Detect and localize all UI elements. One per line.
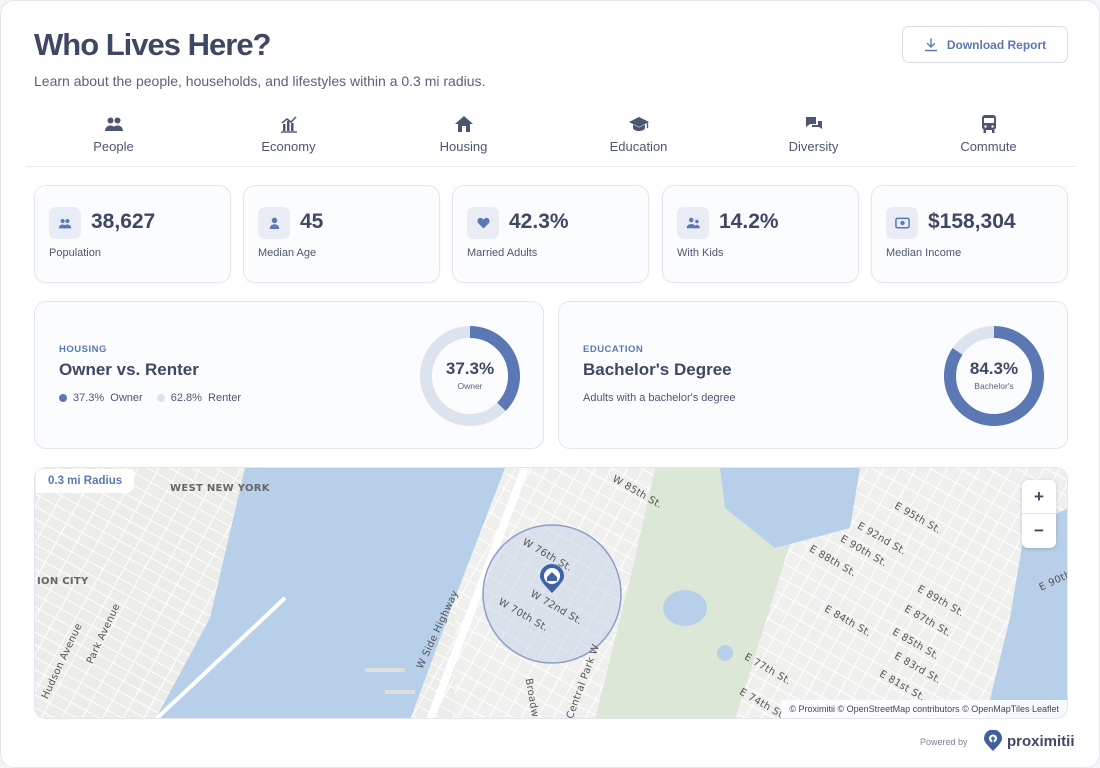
bachelors-donut-caption: Bachelor's bbox=[974, 381, 1014, 391]
education-kicker: EDUCATION bbox=[583, 344, 644, 355]
tab-diversity-label: Diversity bbox=[788, 139, 839, 154]
house-icon bbox=[454, 116, 473, 132]
map-attribution[interactable]: © Proximitii © OpenStreetMap contributor… bbox=[781, 700, 1067, 718]
housing-title: Owner vs. Renter bbox=[59, 360, 199, 379]
stat-label: Married Adults bbox=[467, 247, 538, 259]
stat-value: 14.2% bbox=[719, 210, 779, 233]
tab-diversity[interactable]: Diversity bbox=[726, 109, 901, 166]
powered-by-label: Powered by bbox=[920, 737, 968, 747]
stat-value: 38,627 bbox=[91, 210, 156, 233]
stat-label: Median Income bbox=[886, 247, 962, 259]
proximitii-logo-icon bbox=[984, 730, 1002, 751]
money-icon bbox=[894, 217, 910, 229]
education-title: Bachelor's Degree bbox=[583, 360, 732, 379]
stat-value: $158,304 bbox=[928, 210, 1016, 233]
radius-circle bbox=[482, 524, 622, 664]
owner-donut-value: 37.3% bbox=[445, 359, 495, 378]
owner-donut-chart: 37.3% Owner bbox=[419, 325, 521, 427]
graduation-cap-icon bbox=[628, 117, 649, 131]
label-west-new-york: WEST NEW YORK bbox=[170, 483, 270, 494]
tab-education[interactable]: Education bbox=[551, 109, 726, 166]
family-icon bbox=[686, 217, 700, 229]
who-lives-here-widget: Who Lives Here? Learn about the people, … bbox=[0, 0, 1100, 768]
map-canvas bbox=[35, 468, 1067, 718]
renter-legend-label: 62.8% Renter bbox=[170, 392, 242, 404]
stat-card-median-income: $158,304 Median Income bbox=[871, 185, 1068, 283]
category-tabs: People Economy Housing Education Diversi… bbox=[26, 109, 1076, 167]
download-icon bbox=[924, 37, 938, 51]
radius-badge: 0.3 mi Radius bbox=[36, 469, 135, 493]
renter-legend-dot bbox=[156, 394, 165, 402]
map-view[interactable]: WEST NEW YORK ION CITY Park Avenue Hudso… bbox=[34, 467, 1068, 719]
brand-name: proximitii bbox=[1007, 732, 1075, 750]
bachelors-donut-value: 84.3% bbox=[969, 359, 1019, 378]
tab-commute-label: Commute bbox=[960, 139, 1017, 154]
stat-value: 45 bbox=[300, 210, 324, 233]
owner-legend-label: 37.3% Owner bbox=[73, 392, 143, 404]
tab-housing-label: Housing bbox=[439, 139, 488, 154]
zoom-out-button[interactable]: − bbox=[1022, 514, 1056, 548]
zoom-in-button[interactable]: + bbox=[1022, 480, 1056, 514]
chat-bubbles-icon bbox=[805, 117, 822, 129]
person-icon bbox=[269, 217, 279, 229]
owner-legend-dot bbox=[59, 394, 67, 402]
housing-legend: 37.3% Owner 62.8% Renter bbox=[59, 392, 241, 404]
stat-value: 42.3% bbox=[509, 210, 569, 233]
stat-card-with-kids: 14.2% With Kids bbox=[662, 185, 859, 283]
stat-label: Median Age bbox=[258, 247, 317, 259]
proximitii-logo[interactable]: proximitii bbox=[983, 730, 1075, 752]
stat-label: With Kids bbox=[677, 247, 724, 259]
label-union-city: ION CITY bbox=[37, 576, 89, 587]
education-panel: EDUCATION Bachelor's Degree Adults with … bbox=[558, 301, 1068, 449]
page-subtitle: Learn about the people, households, and … bbox=[34, 73, 486, 89]
tab-economy[interactable]: Economy bbox=[201, 109, 376, 166]
stat-card-married-adults: 42.3% Married Adults bbox=[452, 185, 649, 283]
download-report-label: Download Report bbox=[946, 37, 1047, 52]
owner-donut-caption: Owner bbox=[457, 381, 483, 391]
heart-icon bbox=[476, 217, 490, 229]
stat-label: Population bbox=[49, 247, 101, 259]
tab-people-label: People bbox=[93, 139, 134, 154]
download-report-button[interactable]: Download Report bbox=[902, 26, 1068, 63]
education-note: Adults with a bachelor's degree bbox=[583, 392, 736, 404]
tab-economy-label: Economy bbox=[261, 139, 316, 154]
tab-people[interactable]: People bbox=[26, 109, 201, 166]
zoom-control: + − bbox=[1022, 480, 1056, 548]
bus-icon bbox=[981, 115, 996, 133]
people-icon bbox=[104, 117, 123, 131]
people-icon bbox=[58, 218, 72, 228]
economy-icon bbox=[280, 116, 297, 133]
bachelors-donut-chart: 84.3% Bachelor's bbox=[943, 325, 1045, 427]
tab-housing[interactable]: Housing bbox=[376, 109, 551, 166]
tab-commute[interactable]: Commute bbox=[901, 109, 1076, 166]
housing-kicker: HOUSING bbox=[59, 344, 107, 355]
tab-education-label: Education bbox=[609, 139, 668, 154]
stat-card-median-age: 45 Median Age bbox=[243, 185, 440, 283]
housing-panel: HOUSING Owner vs. Renter 37.3% Owner 62.… bbox=[34, 301, 544, 449]
page-title: Who Lives Here? bbox=[34, 27, 271, 62]
stat-card-population: 38,627 Population bbox=[34, 185, 231, 283]
